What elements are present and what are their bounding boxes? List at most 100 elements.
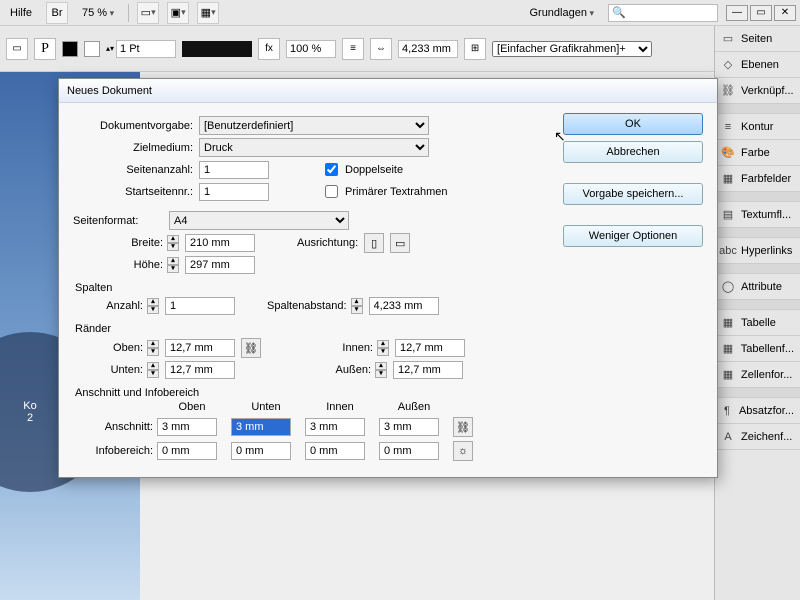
panel-seiten[interactable]: ▭Seiten: [715, 26, 800, 52]
margin-bottom-label: Unten:: [73, 364, 143, 376]
panel-ebenen[interactable]: ◇ Ebenen: [715, 52, 800, 78]
margin-inside-label: Innen:: [303, 342, 373, 354]
ok-button[interactable]: OK: [563, 113, 703, 135]
arrange-icon[interactable]: ▦: [197, 2, 219, 24]
panel-spacer: [715, 104, 800, 114]
panel-absatzfor[interactable]: ¶Absatzfor...: [715, 398, 800, 424]
margin-top-label: Oben:: [73, 342, 143, 354]
margin-bottom-input[interactable]: [165, 361, 235, 379]
fx-icon[interactable]: fx: [258, 38, 280, 60]
panel-icon: ▦: [721, 172, 735, 186]
orientation-portrait-icon[interactable]: ▯: [364, 233, 384, 253]
width-input[interactable]: [185, 234, 255, 252]
align-icon-2[interactable]: ⇔: [370, 38, 392, 60]
facing-checkbox[interactable]: Doppelseite: [321, 160, 403, 179]
columns-section: Spalten: [75, 282, 549, 294]
stroke-spinner-icon[interactable]: ▴▾: [106, 44, 114, 53]
panel-tabellenf[interactable]: ▦Tabellenf...: [715, 336, 800, 362]
menubar: Hilfe Br 75 % ▭ ▣ ▦ Grundlagen 🔍 — ▭ ✕: [0, 0, 800, 26]
bleed-outside-input[interactable]: [379, 418, 439, 436]
view-options-icon[interactable]: ▣: [167, 2, 189, 24]
pagesize-select[interactable]: A4: [169, 211, 349, 230]
tool-icon[interactable]: ▭: [6, 38, 28, 60]
slug-outside-input[interactable]: [379, 442, 439, 460]
margin-inside-input[interactable]: [395, 339, 465, 357]
workspace-dropdown[interactable]: Grundlagen: [523, 5, 600, 21]
menu-help[interactable]: Hilfe: [4, 5, 38, 21]
percent-input[interactable]: [286, 40, 336, 58]
panel-icon: ¶: [721, 404, 733, 418]
panel-label: Verknüpf...: [741, 85, 794, 97]
panel-textumfl[interactable]: ▤Textumfl...: [715, 202, 800, 228]
stroke-style-preview[interactable]: [182, 41, 252, 57]
bleed-top-input[interactable]: [157, 418, 217, 436]
save-preset-button[interactable]: Vorgabe speichern...: [563, 183, 703, 205]
startpage-label: Startseitennr.:: [73, 186, 193, 198]
panel-label: Farbe: [741, 147, 770, 159]
panel-kontur[interactable]: ≡Kontur: [715, 114, 800, 140]
intent-select[interactable]: Druck: [199, 138, 429, 157]
bleed-h-bottom: Unten: [231, 401, 301, 413]
panel-zellenfor[interactable]: ▦Zellenfor...: [715, 362, 800, 388]
bridge-button[interactable]: Br: [46, 2, 68, 24]
minimize-button[interactable]: —: [726, 5, 748, 21]
panel-icon: ▦: [721, 342, 735, 356]
colcount-label: Anzahl:: [73, 300, 143, 312]
gutter-label: Spaltenabstand:: [267, 300, 347, 312]
link-slug-icon[interactable]: ☼: [453, 441, 473, 461]
slug-inside-input[interactable]: [305, 442, 365, 460]
orientation-landscape-icon[interactable]: ▭: [390, 233, 410, 253]
bleed-h-outside: Außen: [379, 401, 449, 413]
panel-label: Tabelle: [741, 317, 776, 329]
measure-input[interactable]: [398, 40, 458, 58]
margin-top-input[interactable]: [165, 339, 235, 357]
fill-swatch[interactable]: [62, 41, 78, 57]
margin-outside-input[interactable]: [393, 361, 463, 379]
align-icon[interactable]: ≡: [342, 38, 364, 60]
panel-zeichenf[interactable]: AZeichenf...: [715, 424, 800, 450]
zoom-dropdown[interactable]: 75 %: [76, 5, 120, 21]
maximize-button[interactable]: ▭: [750, 5, 772, 21]
panel-label: Farbfelder: [741, 173, 791, 185]
slug-bottom-input[interactable]: [231, 442, 291, 460]
panel-label: Ebenen: [741, 59, 779, 71]
bleed-bottom-input[interactable]: [231, 418, 291, 436]
pages-input[interactable]: [199, 161, 269, 179]
panel-icon: 🎨: [721, 146, 735, 160]
gutter-input[interactable]: [369, 297, 439, 315]
dialog-titlebar[interactable]: Neues Dokument: [59, 79, 717, 103]
panel-hyperlinks[interactable]: abcHyperlinks: [715, 238, 800, 264]
preview-text-1: Ko: [23, 400, 36, 412]
panel-spacer: [715, 300, 800, 310]
panel-icon: ◇: [721, 58, 735, 72]
screen-mode-icon[interactable]: ▭: [137, 2, 159, 24]
preset-select[interactable]: [Benutzerdefiniert]: [199, 116, 429, 135]
panel-label: Zeichenf...: [741, 431, 792, 443]
panel-spacer: [715, 228, 800, 238]
slug-top-input[interactable]: [157, 442, 217, 460]
height-input[interactable]: [185, 256, 255, 274]
stroke-swatch[interactable]: [84, 41, 100, 57]
panel-farbe[interactable]: 🎨 Farbe: [715, 140, 800, 166]
colcount-input[interactable]: [165, 297, 235, 315]
frame-option-select[interactable]: [Einfacher Grafikrahmen]+: [492, 41, 652, 57]
type-tool-icon[interactable]: P: [34, 38, 56, 60]
panel-verknpf[interactable]: ⛓Verknüpf...: [715, 78, 800, 104]
fewer-options-button[interactable]: Weniger Optionen: [563, 225, 703, 247]
stroke-weight-input[interactable]: [116, 40, 176, 58]
frame-icon[interactable]: ⊞: [464, 38, 486, 60]
link-margins-icon[interactable]: ⛓: [241, 338, 261, 358]
close-button[interactable]: ✕: [774, 5, 796, 21]
link-bleed-icon[interactable]: ⛓: [453, 417, 473, 437]
panel-icon: ◯: [721, 280, 735, 294]
cancel-button[interactable]: Abbrechen: [563, 141, 703, 163]
panel-farbfelder[interactable]: ▦ Farbfelder: [715, 166, 800, 192]
panel-icon: ≡: [721, 120, 735, 134]
panel-attribute[interactable]: ◯Attribute: [715, 274, 800, 300]
panel-spacer: [715, 388, 800, 398]
bleed-inside-input[interactable]: [305, 418, 365, 436]
panel-label: Zellenfor...: [741, 369, 792, 381]
panel-tabelle[interactable]: ▦Tabelle: [715, 310, 800, 336]
startpage-input[interactable]: [199, 183, 269, 201]
primaryframe-checkbox[interactable]: Primärer Textrahmen: [321, 182, 448, 201]
